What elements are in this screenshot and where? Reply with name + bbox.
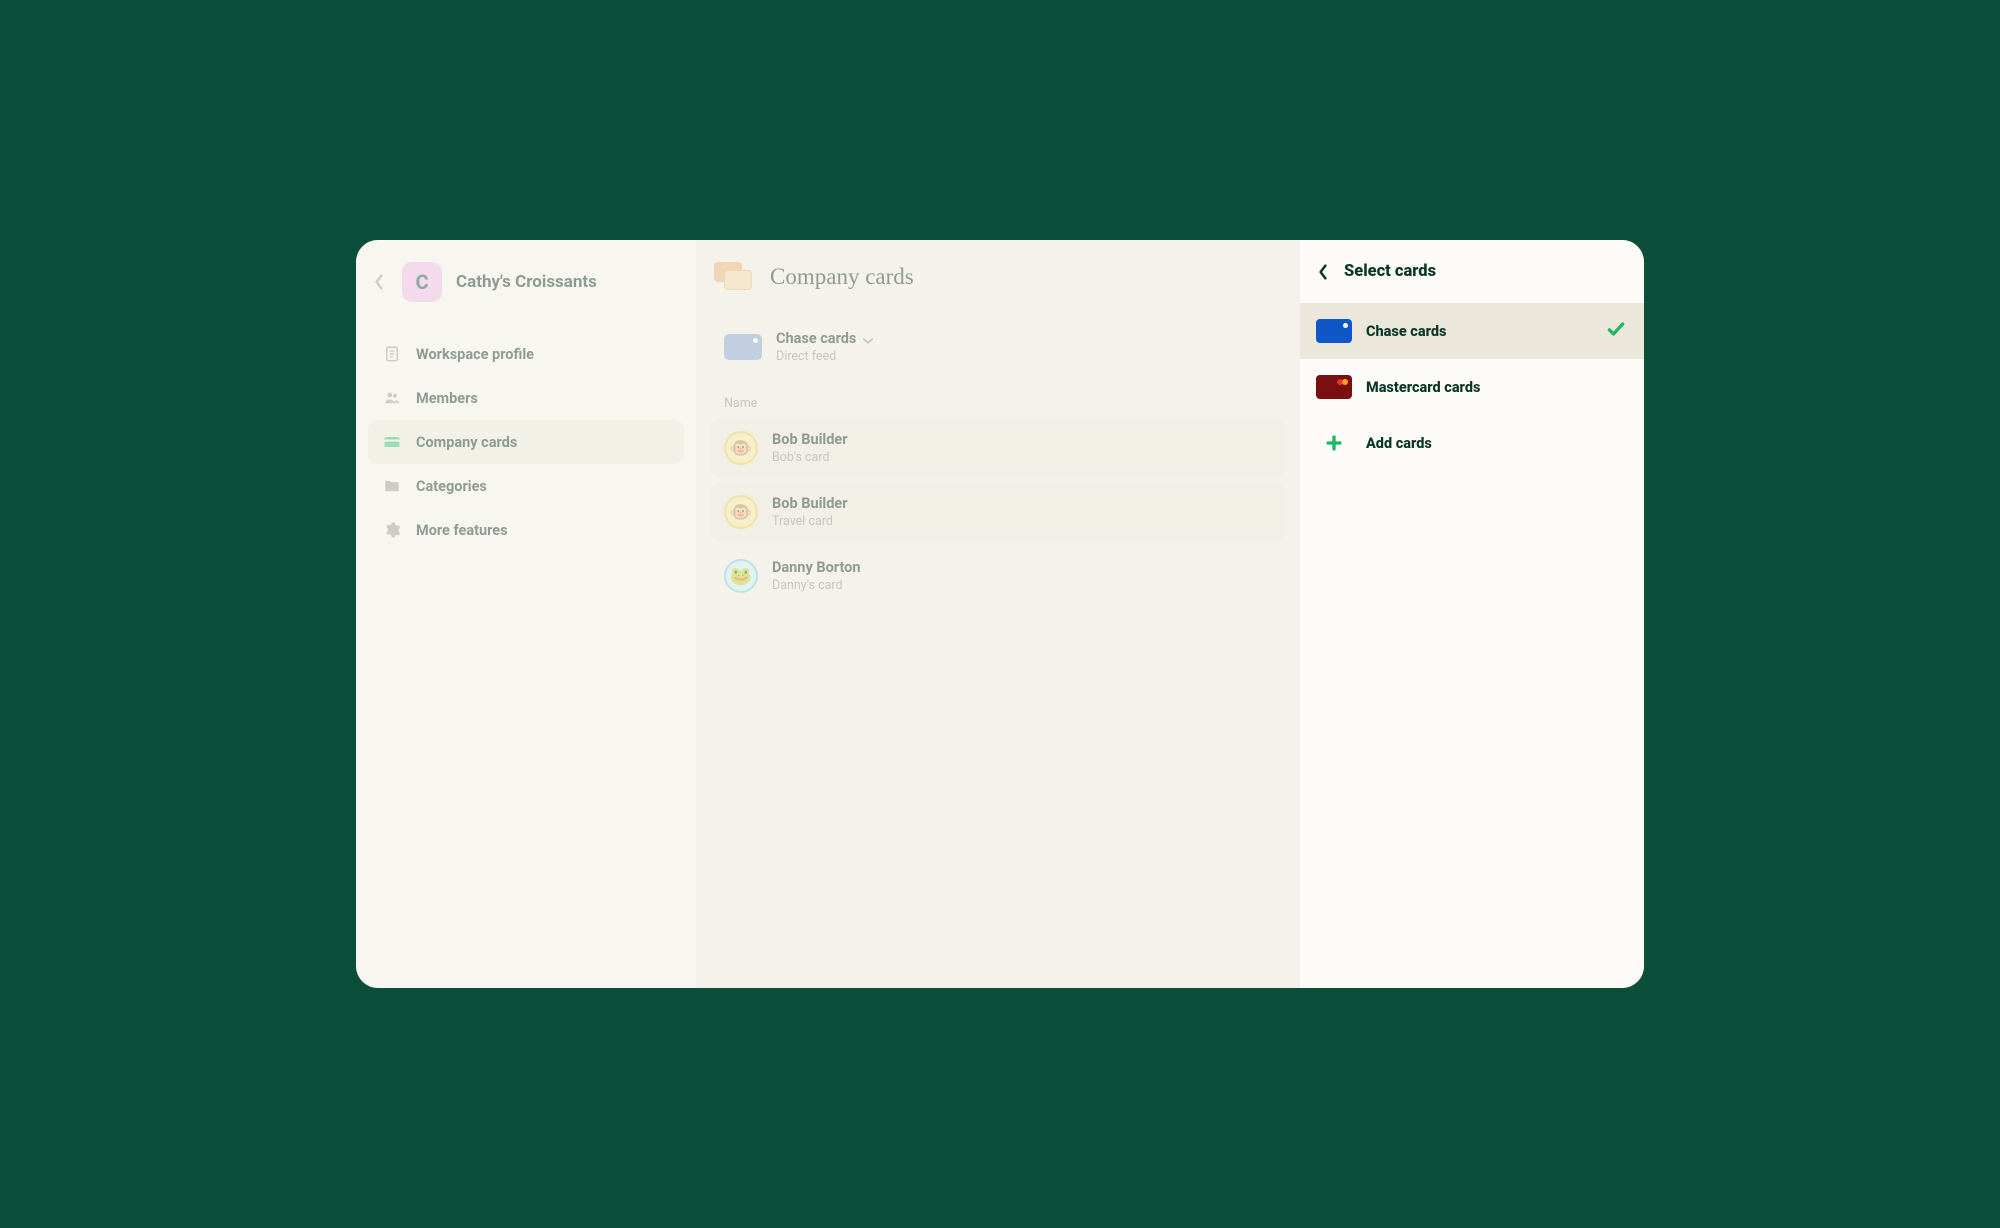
plus-icon xyxy=(1316,433,1352,453)
card-row[interactable]: 🐵 Bob Builder Bob's card xyxy=(710,419,1286,477)
sidebar-item-label: Categories xyxy=(416,478,487,495)
avatar: 🐵 xyxy=(724,495,758,529)
back-icon[interactable] xyxy=(370,273,388,291)
avatar: 🐵 xyxy=(724,431,758,465)
add-cards-button[interactable]: Add cards xyxy=(1300,415,1644,471)
page-title: Company cards xyxy=(770,264,914,290)
chevron-down-icon xyxy=(862,333,874,345)
add-cards-label: Add cards xyxy=(1366,435,1432,452)
card-option-chase[interactable]: Chase cards xyxy=(1300,303,1644,359)
folder-icon xyxy=(382,476,402,496)
card-thumb-icon xyxy=(1316,375,1352,399)
app-window: C Cathy's Croissants Workspace profile M… xyxy=(356,240,1644,988)
feed-subtitle: Direct feed xyxy=(776,349,874,364)
card-label: Travel card xyxy=(772,514,848,529)
members-icon xyxy=(382,388,402,408)
workspace-header: C Cathy's Croissants xyxy=(364,258,688,306)
card-row[interactable]: 🐵 Bob Builder Travel card xyxy=(710,483,1286,541)
main-pane: Company cards Chase cards Direct feed Na… xyxy=(696,240,1300,988)
sidebar: C Cathy's Croissants Workspace profile M… xyxy=(356,240,696,988)
sidebar-item-label: More features xyxy=(416,522,508,539)
column-header-name: Name xyxy=(710,378,1286,419)
card-option-label: Mastercard cards xyxy=(1366,379,1626,396)
sidebar-item-categories[interactable]: Categories xyxy=(368,464,684,508)
card-thumb-icon xyxy=(724,334,762,360)
document-icon xyxy=(382,344,402,364)
sidebar-item-more-features[interactable]: More features xyxy=(368,508,684,552)
select-cards-panel: Select cards Chase cards Mastercard card… xyxy=(1300,240,1644,988)
card-option-label: Chase cards xyxy=(1366,323,1592,340)
sidebar-item-members[interactable]: Members xyxy=(368,376,684,420)
sidebar-item-workspace-profile[interactable]: Workspace profile xyxy=(368,332,684,376)
person-name: Bob Builder xyxy=(772,431,848,448)
card-feed-selector[interactable]: Chase cards Direct feed xyxy=(710,316,1286,378)
back-icon[interactable] xyxy=(1314,263,1332,281)
person-name: Bob Builder xyxy=(772,495,848,512)
card-options-list: Chase cards Mastercard cards Add cards xyxy=(1300,303,1644,471)
card-icon xyxy=(382,432,402,452)
sidebar-nav: Workspace profile Members Company cards … xyxy=(364,332,688,552)
card-row[interactable]: 🐸 Danny Borton Danny's card xyxy=(710,547,1286,605)
sidebar-item-company-cards[interactable]: Company cards xyxy=(368,420,684,464)
workspace-title: Cathy's Croissants xyxy=(456,272,597,292)
card-label: Danny's card xyxy=(772,578,860,593)
person-name: Danny Borton xyxy=(772,559,860,576)
check-icon xyxy=(1606,319,1626,343)
company-cards-icon xyxy=(714,262,754,292)
card-label: Bob's card xyxy=(772,450,848,465)
gear-icon xyxy=(382,520,402,540)
avatar: 🐸 xyxy=(724,559,758,593)
sidebar-item-label: Workspace profile xyxy=(416,346,534,363)
workspace-avatar-letter: C xyxy=(415,270,428,294)
workspace-avatar: C xyxy=(402,262,442,302)
sidebar-item-label: Company cards xyxy=(416,434,517,451)
card-option-mastercard[interactable]: Mastercard cards xyxy=(1300,359,1644,415)
feed-name: Chase cards xyxy=(776,330,856,347)
card-thumb-icon xyxy=(1316,319,1352,343)
main-header: Company cards xyxy=(710,258,1286,302)
sidebar-item-label: Members xyxy=(416,390,478,407)
panel-title: Select cards xyxy=(1344,262,1436,281)
panel-header: Select cards xyxy=(1300,240,1644,303)
